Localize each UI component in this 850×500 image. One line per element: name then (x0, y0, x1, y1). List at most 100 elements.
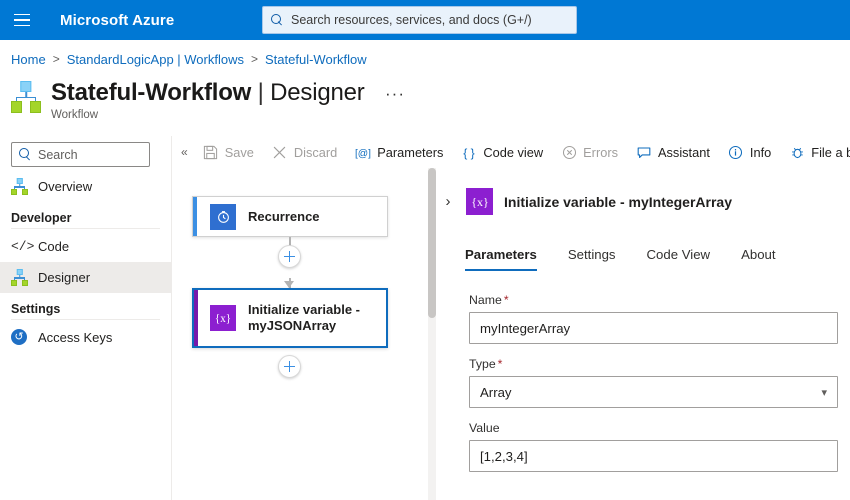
sidebar-item-access-keys[interactable]: ↺ Access Keys (0, 322, 171, 353)
page-more-options-button[interactable]: ··· (385, 86, 405, 102)
info-circle-icon (728, 144, 744, 160)
field-label-text: Type (469, 357, 496, 371)
errors-label: Errors (583, 145, 618, 160)
page-title-section: Designer (270, 79, 364, 106)
type-select[interactable]: Array ▾ (469, 376, 838, 408)
name-input-value: myIntegerArray (480, 321, 570, 336)
info-label: Info (750, 145, 771, 160)
sidebar-item-code[interactable]: </> Code (0, 231, 171, 262)
save-disk-icon (203, 144, 219, 160)
field-label: Type* (469, 357, 838, 371)
node-details-panel: › {x} Initialize variable - myIntegerArr… (437, 168, 850, 500)
page-title: Stateful-Workflow | Designer (51, 78, 365, 108)
svg-text:{x}: {x} (215, 313, 231, 325)
sidebar: Search Overview Developer </> Code Desig… (0, 136, 172, 500)
tab-code-view[interactable]: Code View (647, 247, 711, 271)
variable-braces-icon: {x} (466, 188, 493, 215)
errors-button[interactable]: Errors (552, 136, 627, 168)
field-label: Value (469, 421, 838, 435)
required-asterisk: * (498, 357, 503, 371)
value-input[interactable]: [1,2,3,4] (469, 440, 838, 472)
sidebar-search-input[interactable]: Search (11, 142, 150, 167)
file-a-bug-button[interactable]: File a bug (780, 136, 850, 168)
sidebar-item-overview[interactable]: Overview (0, 171, 171, 202)
panel-title: Initialize variable - myIntegerArray (504, 194, 732, 210)
code-view-label: Code view (483, 145, 543, 160)
parameters-form: Name* myIntegerArray Type* Array ▾ Value… (437, 271, 850, 472)
tab-about[interactable]: About (741, 247, 775, 271)
sidebar-search-placeholder: Search (38, 148, 78, 162)
clock-icon (210, 204, 236, 230)
error-circle-icon (561, 144, 577, 160)
code-view-button[interactable]: { } Code view (452, 136, 552, 168)
variable-braces-icon: {x} (210, 305, 236, 331)
info-button[interactable]: Info (719, 136, 780, 168)
save-button[interactable]: Save (194, 136, 263, 168)
svg-text:[@]: [@] (355, 148, 371, 159)
bug-icon (789, 144, 805, 160)
workflow-node-initialize-variable[interactable]: {x} Initialize variable - myJSONArray (192, 288, 388, 348)
azure-brand-link[interactable]: Microsoft Azure (60, 12, 174, 29)
at-bracket-icon: [@] (355, 144, 371, 160)
save-label: Save (225, 145, 254, 160)
chevron-down-icon: ▾ (821, 386, 827, 399)
field-label: Name* (469, 293, 838, 307)
breadcrumb-item-workflow[interactable]: Stateful-Workflow (265, 52, 367, 67)
sidebar-item-label: Code (38, 239, 69, 254)
panel-header: › {x} Initialize variable - myIntegerArr… (437, 168, 850, 215)
breadcrumb-separator: > (251, 52, 258, 66)
sitemap-icon (11, 269, 28, 286)
breadcrumb: Home > StandardLogicApp | Workflows > St… (11, 48, 367, 70)
assistant-button[interactable]: Assistant (627, 136, 719, 168)
sidebar-item-label: Access Keys (38, 330, 112, 345)
svg-text:{x}: {x} (471, 195, 489, 209)
assistant-label: Assistant (658, 145, 710, 160)
breadcrumb-item-home[interactable]: Home (11, 52, 46, 67)
global-search-input[interactable]: Search resources, services, and docs (G+… (262, 6, 577, 34)
type-select-value: Array (480, 385, 512, 400)
global-search-placeholder: Search resources, services, and docs (G+… (291, 13, 532, 27)
chat-bubble-icon (636, 144, 652, 160)
discard-label: Discard (294, 145, 337, 160)
value-input-value: [1,2,3,4] (480, 449, 528, 464)
name-input[interactable]: myIntegerArray (469, 312, 838, 344)
file-a-bug-label: File a bug (811, 145, 850, 160)
page-title-name: Stateful-Workflow (51, 79, 251, 106)
field-label-text: Value (469, 421, 500, 435)
tab-settings[interactable]: Settings (568, 247, 616, 271)
command-bar: « Save Discard [@] Parameters { } Code v… (173, 136, 850, 168)
sidebar-item-label: Designer (38, 270, 90, 285)
node-title: Recurrence (248, 209, 320, 225)
field-name: Name* myIntegerArray (469, 293, 838, 344)
hamburger-menu-icon[interactable] (0, 0, 44, 40)
command-bar-collapse-icon[interactable]: « (173, 145, 194, 159)
workflow-node-recurrence[interactable]: Recurrence (192, 196, 388, 237)
chevron-right-icon[interactable]: › (441, 193, 455, 210)
sidebar-item-designer[interactable]: Designer (0, 262, 171, 293)
workflow-sitemap-icon (11, 81, 41, 113)
search-icon (19, 148, 32, 161)
canvas-scrollbar[interactable] (428, 168, 436, 500)
add-step-button[interactable] (278, 245, 301, 268)
node-accent-bar (194, 290, 198, 346)
field-value: Value [1,2,3,4] (469, 421, 838, 472)
required-asterisk: * (504, 293, 509, 307)
node-title: Initialize variable - myJSONArray (248, 302, 386, 334)
discard-button[interactable]: Discard (263, 136, 346, 168)
curly-braces-icon: { } (461, 144, 477, 160)
designer-canvas[interactable]: Recurrence {x} Initialize variable - myJ… (173, 168, 436, 500)
breadcrumb-item-logicapp[interactable]: StandardLogicApp | Workflows (67, 52, 244, 67)
svg-text:{ }: { } (464, 145, 476, 159)
add-step-button[interactable] (278, 355, 301, 378)
search-icon (271, 14, 284, 27)
field-type: Type* Array ▾ (469, 357, 838, 408)
sidebar-group-developer: Developer (0, 202, 171, 228)
parameters-button[interactable]: [@] Parameters (346, 136, 452, 168)
sidebar-group-settings: Settings (0, 293, 171, 319)
close-x-icon (272, 144, 288, 160)
refresh-key-icon: ↺ (11, 329, 28, 346)
tab-parameters[interactable]: Parameters (465, 247, 537, 271)
global-header: Microsoft Azure Search resources, servic… (0, 0, 850, 40)
breadcrumb-separator: > (53, 52, 60, 66)
sidebar-divider (11, 319, 160, 320)
